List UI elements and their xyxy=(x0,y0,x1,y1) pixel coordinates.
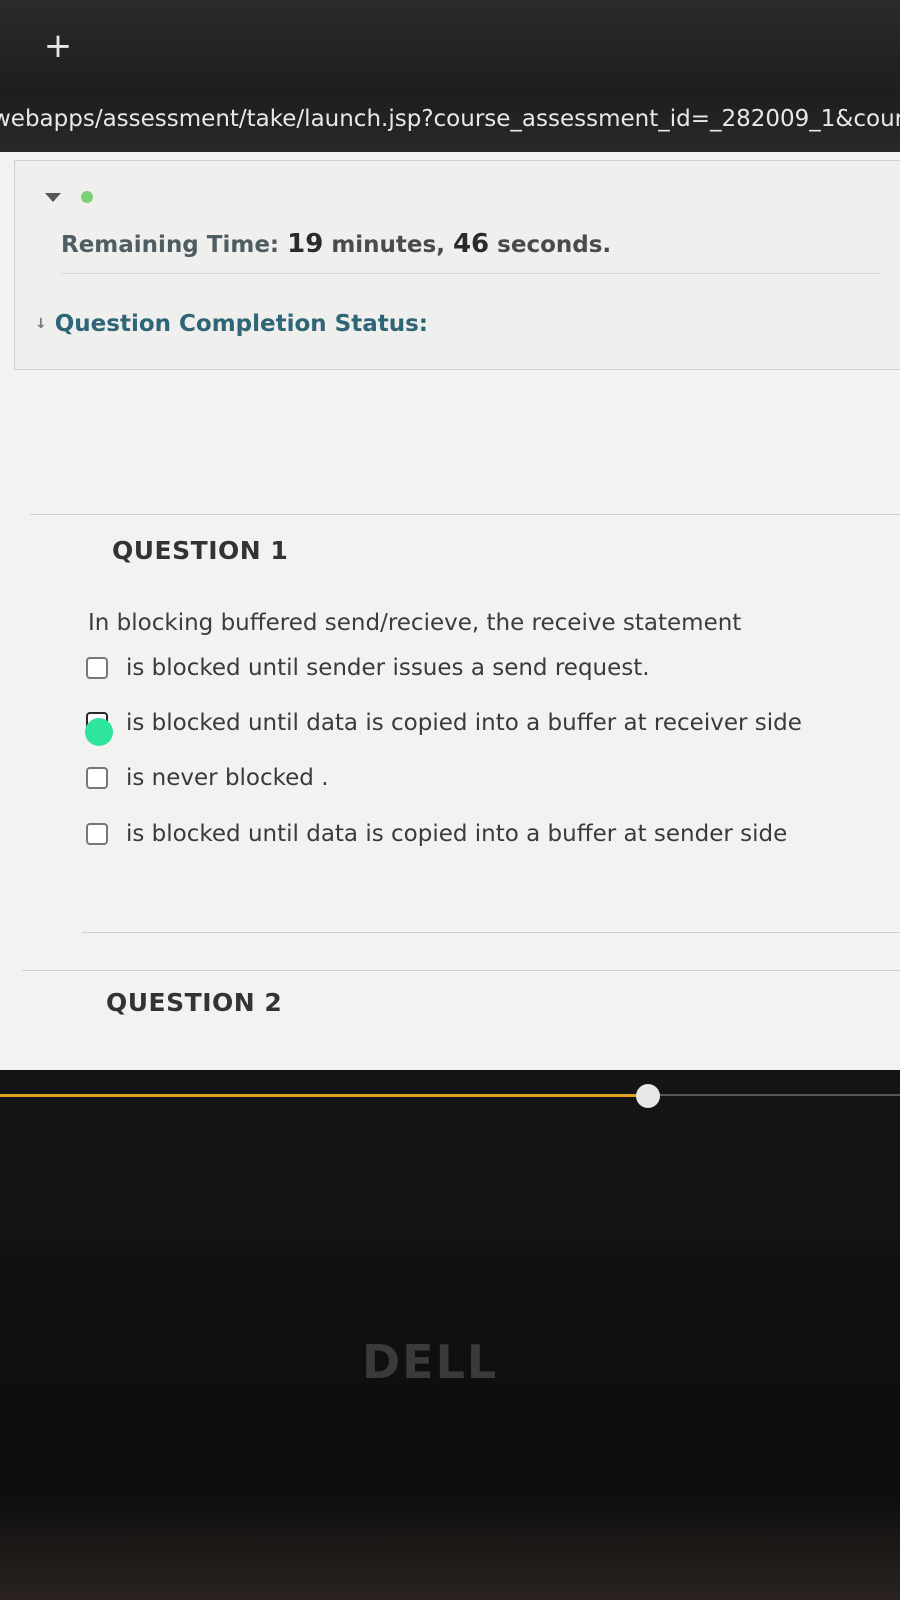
progress-track xyxy=(648,1094,900,1096)
browser-chrome: + webapps/assessment/take/launch.jsp?cou… xyxy=(0,0,900,160)
brand-logo: DELL xyxy=(362,1335,499,1389)
option-3[interactable]: is never blocked . xyxy=(86,758,866,798)
status-panel: Remaining Time: 19 minutes, 46 seconds. … xyxy=(14,160,900,370)
question-1-text: In blocking buffered send/recieve, the r… xyxy=(88,610,742,636)
question-2-heading: QUESTION 2 xyxy=(106,988,283,1017)
timer-seconds: 46 xyxy=(452,229,490,259)
progress-handle[interactable] xyxy=(636,1084,660,1108)
progress-fill xyxy=(0,1094,648,1097)
checkbox-checked[interactable] xyxy=(85,712,113,746)
timer-minutes: 19 xyxy=(287,229,324,259)
option-label: is never blocked . xyxy=(126,765,329,791)
option-label: is blocked until data is copied into a b… xyxy=(126,821,788,847)
laptop-bezel xyxy=(0,1240,900,1600)
option-2[interactable]: is blocked until data is copied into a b… xyxy=(85,703,866,746)
plus-icon[interactable]: + xyxy=(42,29,74,63)
checkbox[interactable] xyxy=(86,767,108,789)
timer-minutes-unit: minutes, xyxy=(323,232,453,258)
address-bar[interactable]: webapps/assessment/take/launch.jsp?cours… xyxy=(0,106,900,150)
assessment-page: Remaining Time: 19 minutes, 46 seconds. … xyxy=(0,152,900,1070)
completion-label: Question Completion Status: xyxy=(54,311,429,337)
option-1[interactable]: is blocked until sender issues a send re… xyxy=(86,648,866,688)
timer-label: Remaining Time: xyxy=(61,232,280,258)
divider xyxy=(30,514,900,515)
progress-bar[interactable] xyxy=(0,1082,900,1112)
double-chevron-down-icon: ↓ xyxy=(35,316,47,332)
checkbox[interactable] xyxy=(86,657,108,679)
divider xyxy=(22,970,900,971)
option-label: is blocked until data is copied into a b… xyxy=(126,710,802,736)
status-dot-icon xyxy=(81,191,93,203)
option-4[interactable]: is blocked until data is copied into a b… xyxy=(86,814,866,854)
question-1-heading: QUESTION 1 xyxy=(112,536,289,565)
divider xyxy=(82,932,900,933)
remaining-time: Remaining Time: 19 minutes, 46 seconds. xyxy=(61,229,881,274)
checkbox[interactable] xyxy=(86,823,108,845)
panel-toggle[interactable] xyxy=(45,191,105,205)
timer-seconds-unit: seconds. xyxy=(489,232,612,258)
question-completion-status[interactable]: ↓ Question Completion Status: xyxy=(35,311,895,337)
triangle-down-icon xyxy=(45,193,61,202)
option-label: is blocked until sender issues a send re… xyxy=(126,655,650,681)
